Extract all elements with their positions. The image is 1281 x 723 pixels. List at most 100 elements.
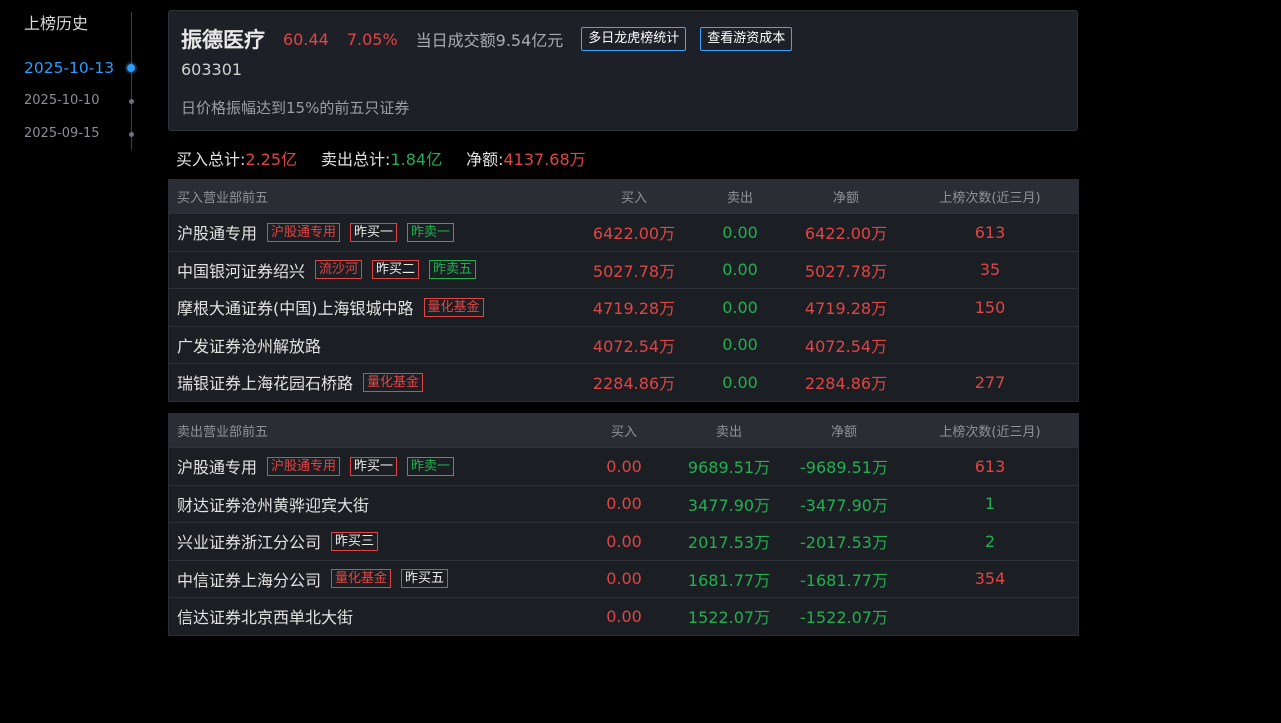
net-total: 净额:4137.68万 [466, 146, 586, 170]
broker-name[interactable]: 沪股通专用 [177, 220, 257, 244]
table-row[interactable]: 信达证券北京西单北大街 0.00 1522.07万 -1522.07万 [169, 597, 1078, 635]
sell-total-label: 卖出总计: [321, 150, 391, 169]
net-amount: 5027.78万 [804, 261, 888, 281]
col-header-count: 上榜次数(近三月) [939, 425, 1041, 440]
col-header-count: 上榜次数(近三月) [939, 191, 1041, 206]
net-amount: -3477.90万 [800, 495, 888, 515]
broker-tag: 昨买一 [350, 222, 398, 242]
table-row[interactable]: 摩根大通证券(中国)上海银城中路 量化基金 4719.28万 0.00 4719.28万… [169, 288, 1078, 326]
table-body: 沪股通专用 沪股通专用 昨买一 昨卖一 0.00 9689.51万 -9689.51万 613… [169, 447, 1078, 635]
history-date-item[interactable]: 2025-09-15 [0, 122, 140, 146]
listing-count: 354 [974, 569, 1006, 589]
listing-count: 1 [984, 494, 996, 514]
table-row[interactable]: 沪股通专用 沪股通专用 昨买一 昨卖一 0.00 9689.51万 -9689.51万 613 [169, 447, 1078, 485]
broker-tag: 昨买一 [350, 456, 398, 476]
table-row[interactable]: 中国银河证券绍兴 流沙河 昨买二 昨卖五 5027.78万 0.00 5027.78万 35 [169, 250, 1078, 289]
broker-name-cell: 摩根大通证券(中国)上海银城中路 量化基金 [177, 289, 484, 326]
net-amount: 4719.28万 [804, 299, 888, 319]
multi-day-stats-button[interactable]: 多日龙虎榜统计 [581, 27, 687, 51]
col-header-net: 净额 [832, 191, 859, 206]
table-body: 沪股通专用 沪股通专用 昨买一 昨卖一 6422.00万 0.00 6422.00万 613 中… [169, 213, 1078, 401]
table-row[interactable]: 瑞银证券上海花园石桥路 量化基金 2284.86万 0.00 2284.86万 277 [169, 363, 1078, 401]
listing-count: 613 [974, 222, 1006, 242]
broker-name-cell: 财达证券沧州黄骅迎宾大街 [177, 486, 369, 523]
table-row[interactable]: 广发证券沧州解放路 4072.54万 0.00 4072.54万 [169, 325, 1078, 364]
col-header-broker: 卖出营业部前五 [177, 425, 269, 440]
sell-total: 卖出总计:1.84亿 [321, 146, 442, 170]
history-sidebar: 上榜历史 2025-10-13 2025-10-10 2025-09-15 [0, 0, 150, 200]
history-date-label: 2025-10-10 [24, 93, 100, 108]
broker-name-cell: 兴业证券浙江分公司 昨买三 [177, 523, 379, 560]
stock-name: 振德医疗 [181, 28, 265, 52]
sell-total-value: 1.84亿 [390, 150, 443, 169]
col-header-net: 净额 [830, 425, 857, 440]
net-amount: -1681.77万 [800, 570, 888, 590]
net-amount: -9689.51万 [800, 458, 888, 478]
history-date-label: 2025-09-15 [24, 126, 100, 141]
broker-name[interactable]: 信达证券北京西单北大街 [177, 604, 353, 628]
stock-code: 603301 [181, 60, 243, 79]
stock-header-row: 振德医疗 60.44 7.05% 当日成交额9.54亿元 多日龙虎榜统计 查看游… [181, 24, 793, 54]
buy-total: 买入总计:2.25亿 [176, 146, 297, 170]
broker-tag: 昨卖一 [407, 222, 455, 242]
broker-name-cell: 中信证券上海分公司 量化基金 昨买五 [177, 561, 449, 598]
broker-tag: 沪股通专用 [267, 456, 341, 476]
broker-tag: 量化基金 [331, 569, 392, 589]
net-total-value: 4137.68万 [503, 150, 586, 169]
broker-tag: 量化基金 [423, 297, 484, 317]
broker-name[interactable]: 广发证券沧州解放路 [177, 333, 321, 357]
col-header-broker: 买入营业部前五 [177, 191, 269, 206]
listing-count: 150 [974, 297, 1006, 317]
broker-name[interactable]: 中国银河证券绍兴 [177, 258, 305, 282]
col-header-sell: 卖出 [715, 425, 742, 440]
listing-count [915, 598, 1065, 635]
table-row[interactable]: 兴业证券浙江分公司 昨买三 0.00 2017.53万 -2017.53万 2 [169, 522, 1078, 560]
history-date-label: 2025-10-13 [24, 59, 115, 77]
buy-brokers-table: 买入营业部前五 买入 卖出 净额 上榜次数(近三月) 沪股通专用 沪股通专用 昨买一… [168, 179, 1079, 402]
sidebar-title: 上榜历史 [24, 14, 89, 33]
buy-total-label: 买入总计: [176, 150, 246, 169]
table-row[interactable]: 中信证券上海分公司 量化基金 昨买五 0.00 1681.77万 -1681.77万 354 [169, 559, 1078, 598]
history-date-item[interactable]: 2025-10-10 [0, 89, 140, 113]
broker-name-cell: 广发证券沧州解放路 [177, 327, 321, 364]
sell-brokers-table: 卖出营业部前五 买入 卖出 净额 上榜次数(近三月) 沪股通专用 沪股通专用 昨买一… [168, 413, 1079, 636]
broker-tag: 流沙河 [315, 260, 363, 280]
history-date-item[interactable]: 2025-10-13 [0, 56, 140, 80]
net-amount: -1522.07万 [800, 608, 888, 628]
broker-name[interactable]: 沪股通专用 [177, 454, 257, 478]
table-row[interactable]: 沪股通专用 沪股通专用 昨买一 昨卖一 6422.00万 0.00 6422.00万 613 [169, 213, 1078, 251]
listing-count [915, 327, 1065, 364]
broker-name[interactable]: 兴业证券浙江分公司 [177, 529, 321, 553]
listing-count: 277 [974, 372, 1006, 392]
sell-amount: 1681.77万 [687, 570, 771, 590]
broker-name[interactable]: 财达证券沧州黄骅迎宾大街 [177, 492, 369, 516]
stock-price: 60.44 [283, 29, 329, 49]
stock-change-pct: 7.05% [346, 29, 398, 49]
sell-amount: 1522.07万 [687, 608, 771, 628]
broker-name-cell: 沪股通专用 沪股通专用 昨买一 昨卖一 [177, 448, 455, 485]
view-cost-button[interactable]: 查看游资成本 [700, 27, 793, 51]
buy-total-value: 2.25亿 [245, 150, 298, 169]
broker-tag: 昨买五 [401, 569, 449, 589]
sell-amount: 3477.90万 [687, 495, 771, 515]
net-amount: 4072.54万 [804, 336, 888, 356]
net-total-label: 净额: [466, 150, 504, 169]
table-header: 买入营业部前五 买入 卖出 净额 上榜次数(近三月) [169, 180, 1078, 213]
broker-name-cell: 瑞银证券上海花园石桥路 量化基金 [177, 364, 424, 401]
stock-header-card: 振德医疗 60.44 7.05% 当日成交额9.54亿元 多日龙虎榜统计 查看游… [168, 10, 1078, 131]
broker-name[interactable]: 中信证券上海分公司 [177, 567, 321, 591]
broker-name-cell: 信达证券北京西单北大街 [177, 598, 353, 635]
net-amount: 6422.00万 [804, 224, 888, 244]
sell-amount: 2017.53万 [687, 533, 771, 553]
broker-tag: 量化基金 [363, 372, 424, 392]
stock-turnover: 当日成交额9.54亿元 [415, 31, 564, 50]
listing-count: 35 [979, 260, 1001, 280]
totals-bar: 买入总计:2.25亿 卖出总计:1.84亿 净额:4137.68万 [176, 146, 610, 170]
net-amount: -2017.53万 [800, 533, 888, 553]
broker-tag: 昨买二 [372, 260, 420, 280]
timeline-dot [129, 99, 134, 104]
table-row[interactable]: 财达证券沧州黄骅迎宾大街 0.00 3477.90万 -3477.90万 1 [169, 484, 1078, 523]
broker-name[interactable]: 摩根大通证券(中国)上海银城中路 [177, 295, 414, 319]
broker-name[interactable]: 瑞银证券上海花园石桥路 [177, 370, 353, 394]
broker-tag: 沪股通专用 [267, 222, 341, 242]
